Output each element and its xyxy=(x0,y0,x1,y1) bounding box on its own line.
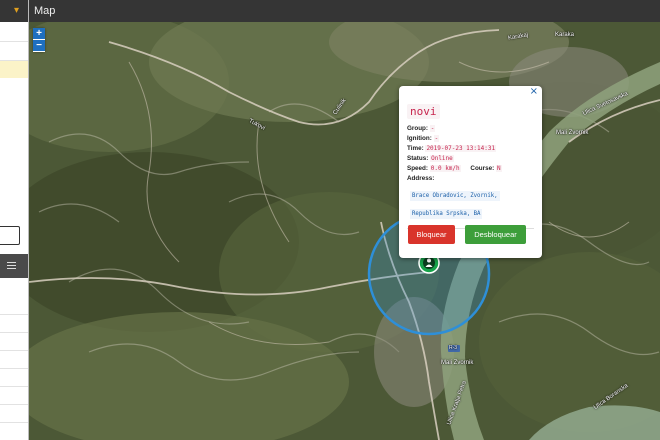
map-panel-header: Map xyxy=(29,0,660,22)
table-row[interactable] xyxy=(0,332,28,351)
table-row[interactable] xyxy=(0,404,28,423)
map-road-sign: R-3 xyxy=(449,345,458,351)
group-value: - xyxy=(429,125,436,132)
table-row[interactable] xyxy=(0,368,28,387)
satellite-map[interactable]: Tukovi Culinik Karakaj Karaka Ulica Svet… xyxy=(29,22,660,440)
sidebar-row[interactable] xyxy=(0,22,28,42)
map-label-karaka: Karaka xyxy=(555,32,575,38)
time-value: 2019-07-23 13:14:31 xyxy=(425,145,497,152)
zoom-out-button[interactable]: − xyxy=(33,40,45,52)
sidebar-selected-row[interactable] xyxy=(0,61,28,78)
block-button[interactable]: Bloquear xyxy=(408,225,455,244)
sidebar-row[interactable] xyxy=(0,41,28,61)
time-label: Time: xyxy=(407,145,424,152)
unblock-button[interactable]: Desbloquear xyxy=(465,225,526,244)
satellite-imagery xyxy=(29,22,660,440)
list-menu-icon[interactable] xyxy=(7,262,16,269)
sidebar-search-input[interactable] xyxy=(0,226,20,245)
table-row[interactable] xyxy=(0,350,28,369)
table-row[interactable] xyxy=(0,386,28,405)
ignition-label: Ignition: xyxy=(407,135,432,142)
left-sidebar: ▾ xyxy=(0,0,29,440)
address-line-2: Republika Srpska, BA xyxy=(410,209,483,219)
group-label: Group: xyxy=(407,125,428,132)
speed-label: Speed: xyxy=(407,165,428,172)
sidebar-caret-icon[interactable]: ▾ xyxy=(14,5,19,16)
course-label: Course: xyxy=(470,165,495,172)
ignition-value: - xyxy=(433,135,440,142)
sidebar-header: ▾ xyxy=(0,0,28,22)
address-line-1: Brace Obradovic, Zvornik, xyxy=(410,191,500,201)
address-label: Address: xyxy=(407,175,435,182)
table-row[interactable] xyxy=(0,314,28,333)
status-value: Online xyxy=(430,155,454,162)
course-value: N xyxy=(495,165,502,172)
zoom-in-button[interactable]: + xyxy=(33,28,45,40)
table-row[interactable] xyxy=(0,296,28,315)
map-label-mali-zvornik-top: Mali Zvornik xyxy=(556,130,589,136)
speed-value: 0.0 km/h xyxy=(429,165,461,172)
device-info-popup: × novi Group: - Ignition: - Time: 2019-0… xyxy=(399,86,542,258)
status-label: Status: xyxy=(407,155,429,162)
device-name: novi xyxy=(407,104,440,119)
map-title: Map xyxy=(34,5,56,17)
close-icon[interactable]: × xyxy=(530,86,538,97)
map-label-mali-zvornik-bottom: Mali Zvornik xyxy=(441,360,474,366)
zoom-control: + − xyxy=(33,28,45,52)
